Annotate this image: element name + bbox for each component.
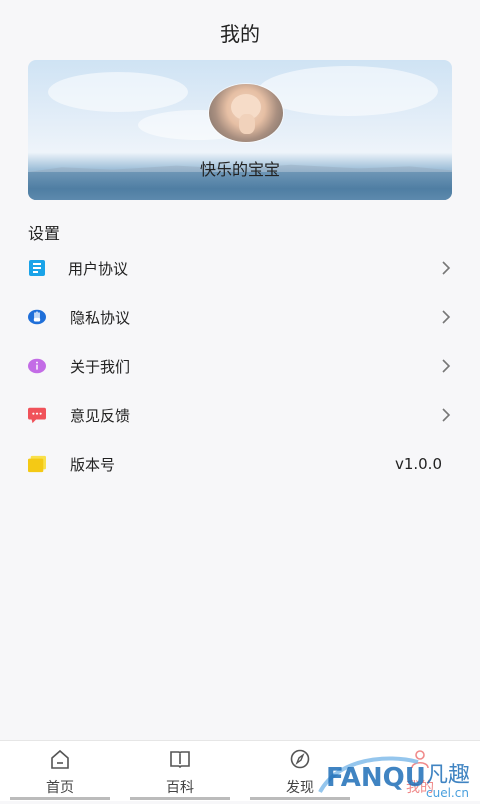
- tab-label: 首页: [46, 780, 74, 796]
- settings-title: 设置: [28, 224, 61, 243]
- chevron-right-icon: [442, 408, 451, 422]
- username: 快乐的宝宝: [199, 160, 280, 179]
- svg-text:FANQU: FANQU: [326, 763, 426, 793]
- document-icon: [28, 259, 46, 277]
- page-title: 我的: [220, 22, 260, 46]
- tab-home[interactable]: 首页: [0, 741, 120, 801]
- chevron-right-icon: [442, 310, 451, 324]
- version-value: v1.0.0: [394, 455, 442, 473]
- chevron-right-icon: [442, 359, 451, 373]
- menu-item-feedback[interactable]: 意见反馈: [0, 395, 480, 435]
- menu-item-label: 隐私协议: [70, 308, 131, 327]
- compass-icon: [290, 749, 310, 769]
- info-icon: [28, 357, 46, 375]
- home-icon: [51, 749, 69, 769]
- chat-bubble-icon: [28, 406, 46, 424]
- menu-item-about-us[interactable]: 关于我们: [0, 346, 480, 386]
- menu-item-privacy-agreement[interactable]: 隐私协议: [0, 297, 480, 337]
- watermark-logo: FANQU 凡趣 cuel.cn: [318, 752, 480, 800]
- svg-text:凡趣: 凡趣: [426, 763, 470, 788]
- menu-item-user-agreement[interactable]: 用户协议: [0, 248, 480, 288]
- tab-label: 百科: [166, 780, 194, 796]
- menu-item-label: 版本号: [70, 455, 116, 474]
- chevron-right-icon: [442, 261, 451, 275]
- cards-icon: [28, 455, 46, 473]
- menu-item-label: 意见反馈: [70, 406, 131, 425]
- tab-encyclopedia[interactable]: 百科: [120, 741, 240, 801]
- svg-text:cuel.cn: cuel.cn: [426, 786, 469, 800]
- book-icon: [170, 751, 190, 769]
- hand-icon: [28, 308, 46, 326]
- menu-item-label: 用户协议: [68, 259, 129, 278]
- avatar[interactable]: [209, 84, 283, 142]
- menu-item-label: 关于我们: [70, 357, 131, 376]
- menu-item-version: 版本号 v1.0.0: [0, 444, 480, 484]
